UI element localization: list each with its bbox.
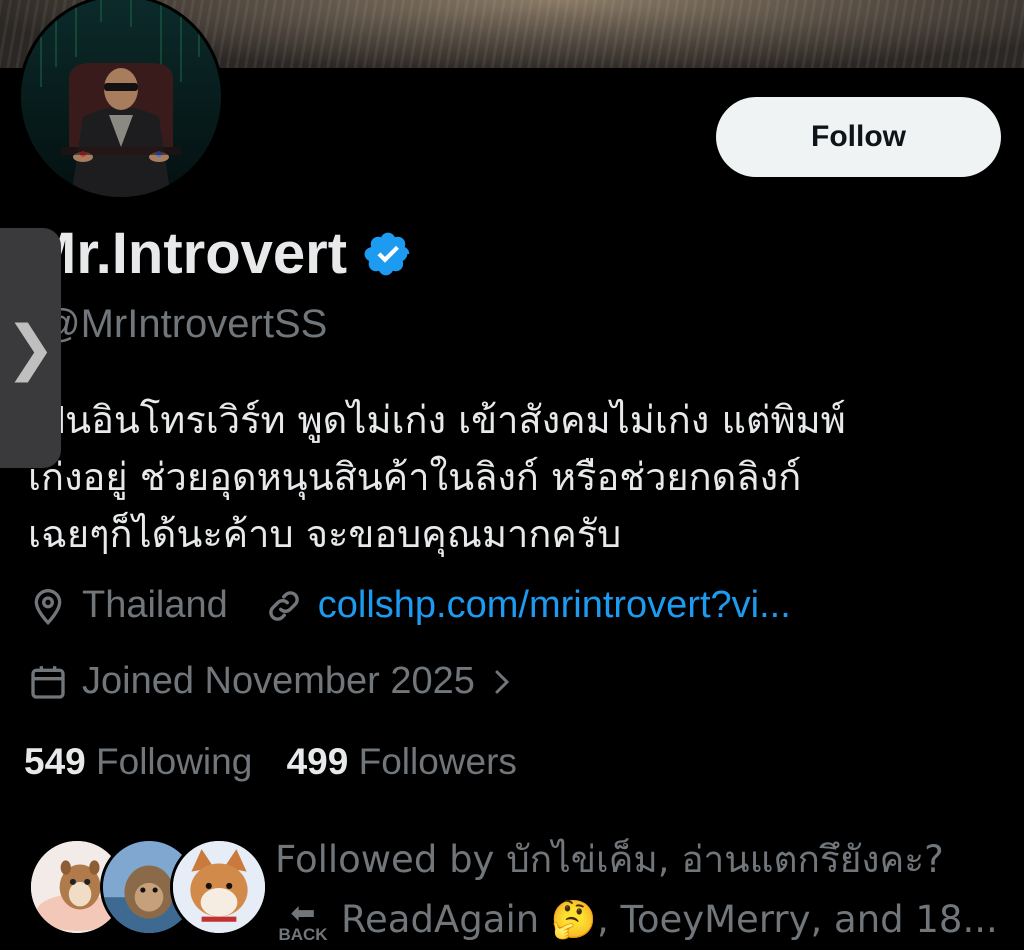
- avatar: [170, 838, 268, 936]
- calendar-icon: [31, 665, 65, 699]
- profile-handle: @MrIntrovertSS: [40, 302, 328, 346]
- profile-name-row: Mr.Introvert: [28, 220, 413, 287]
- side-panel-handle[interactable]: ❯: [0, 228, 61, 468]
- profile-link[interactable]: collshp.com/mrintrovert?vi...: [318, 584, 791, 627]
- followed-by-names: ReadAgain 🤔, ToeyMerry, and 18...: [341, 898, 998, 941]
- bio-line: เป็นอินโทรเวิร์ท พูดไม่เก่ง เข้าสังคมไม่…: [28, 398, 846, 442]
- follow-stats: 549 Following 499 Followers: [24, 741, 517, 783]
- link-icon: [269, 590, 299, 621]
- followers-label: Followers: [358, 741, 517, 782]
- profile-avatar[interactable]: [18, 0, 224, 200]
- verified-badge-icon[interactable]: [363, 229, 413, 279]
- follow-button[interactable]: Follow: [716, 97, 1001, 177]
- back-label: BACK: [278, 924, 328, 944]
- chevron-right-icon: [495, 670, 510, 693]
- following-stat[interactable]: 549 Following: [24, 741, 252, 782]
- location-pin-icon: [34, 588, 62, 625]
- following-count: 549: [24, 741, 86, 782]
- chevron-right-icon: ❯: [5, 313, 56, 383]
- following-label: Following: [96, 741, 253, 782]
- display-name: Mr.Introvert: [28, 221, 348, 286]
- followers-count: 499: [286, 741, 349, 782]
- avatar-image: [21, 0, 221, 197]
- followers-stat[interactable]: 499 Followers: [287, 741, 517, 782]
- bio-line: เฉยๆก็ได้นะค้าบ จะขอบคุณมากครับ: [28, 512, 622, 556]
- joined-row[interactable]: Joined November 2025: [28, 660, 531, 703]
- back-icon: ⬅ BACK: [275, 898, 331, 944]
- followed-by-avatars[interactable]: [28, 838, 268, 936]
- followed-by-text[interactable]: Followed by บักไข่เค็ม, อ่านแตกรึยังคะ? …: [275, 830, 998, 950]
- profile-meta-row: Thailand collshp.com/mrintrovert?vi...: [28, 584, 791, 627]
- profile-bio: เป็นอินโทรเวิร์ท พูดไม่เก่ง เข้าสังคมไม่…: [28, 392, 988, 563]
- shiba-avatar-image: [173, 841, 265, 933]
- bio-line: เก่งอยู่ ช่วยอุดหนุนสินค้าในลิงก์ หรือช่…: [28, 455, 802, 499]
- joined-date: Joined November 2025: [82, 660, 475, 702]
- followed-by-line-2: ⬅ BACK ReadAgain 🤔, ToeyMerry, and 18...: [275, 890, 998, 950]
- location-text: Thailand: [82, 584, 228, 626]
- followed-by-line: Followed by บักไข่เค็ม, อ่านแตกรึยังคะ?: [275, 838, 944, 881]
